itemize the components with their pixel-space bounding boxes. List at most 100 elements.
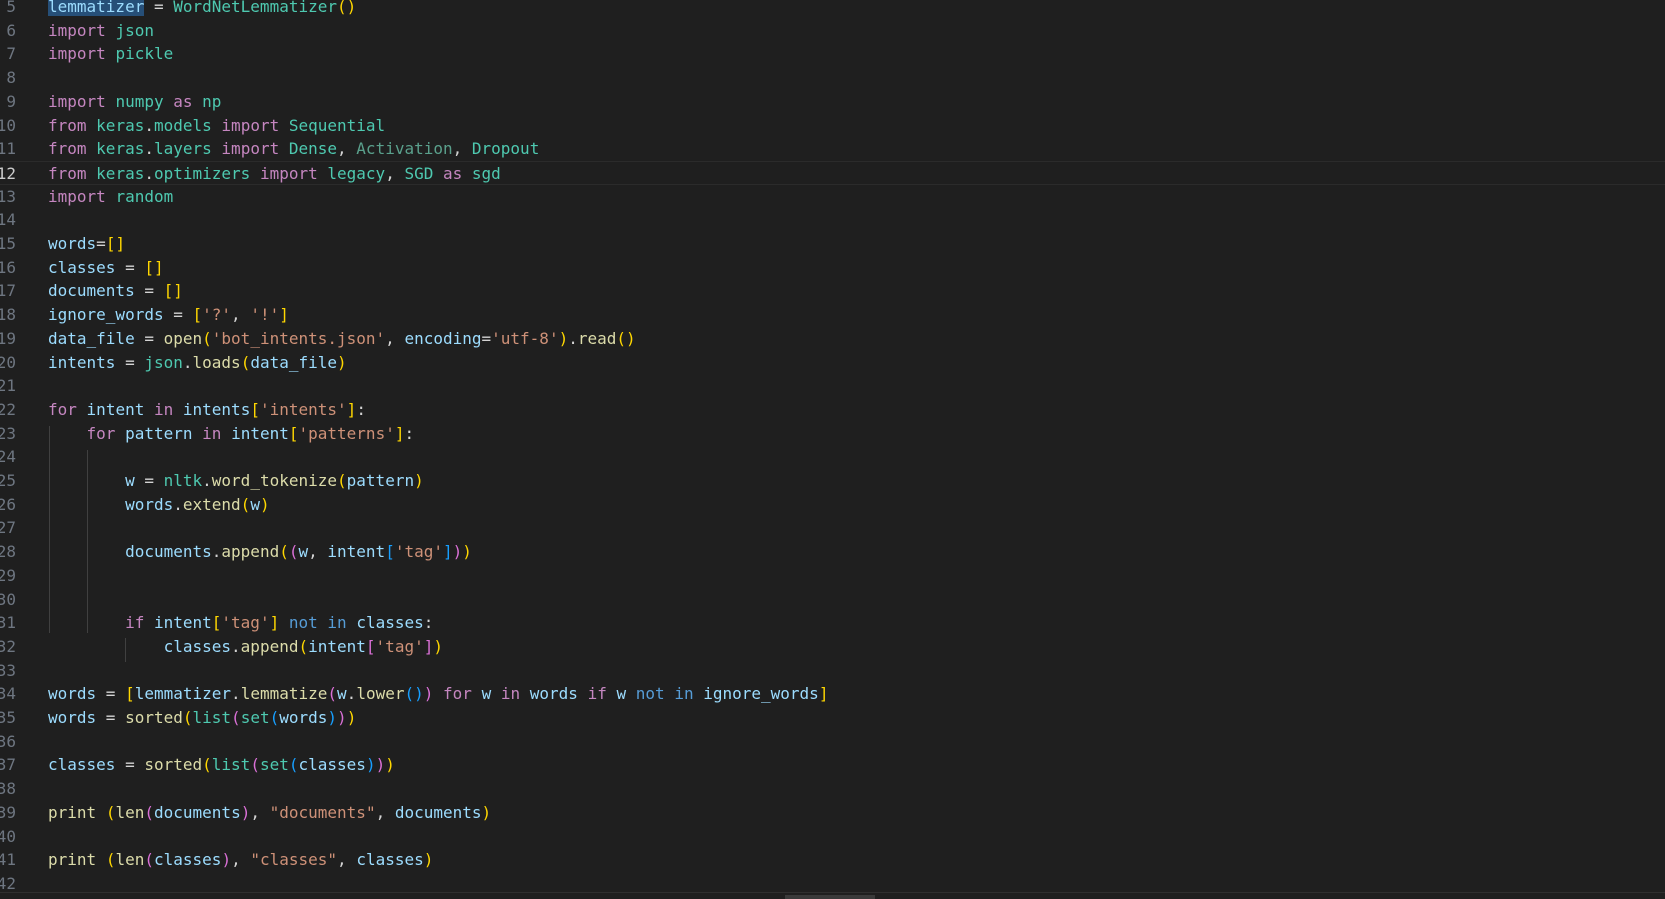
code-token: : [356,399,366,419]
code-token: ( [279,542,289,562]
code-text[interactable]: if intent['tag'] not in classes: [48,611,433,635]
code-text[interactable]: import random [48,185,173,209]
code-token: ( [202,328,212,348]
code-token: intent [231,423,289,443]
code-line[interactable]: 11 from keras.layers import Dense, Activa… [0,137,1665,161]
code-token: ) [433,636,443,656]
code-text[interactable]: data_file = open('bot_intents.json', enc… [48,327,636,351]
code-text[interactable]: w = nltk.word_tokenize(pattern) [48,469,424,493]
code-line[interactable]: 29 [0,564,1665,588]
code-line[interactable]: 36 [0,730,1665,754]
code-line[interactable]: 26 words.extend(w) [0,493,1665,517]
code-token: Dense [288,139,338,159]
code-line[interactable]: 8 [0,66,1665,90]
code-line[interactable]: 18 ignore_words = ['?', '!'] [0,303,1665,327]
code-text[interactable]: from keras.layers import Dense, Activati… [48,137,539,161]
code-token: , [231,305,251,325]
code-text[interactable]: words = [lemmatizer.lemmatize(w.lower())… [48,682,828,706]
code-line[interactable]: 15 words=[] [0,232,1665,256]
code-token: = [163,305,193,325]
code-line[interactable]: 14 [0,208,1665,232]
code-line[interactable]: 22 for intent in intents['intents']: [0,398,1665,422]
code-line[interactable]: 27 [0,516,1665,540]
code-token: 'intents' [259,399,347,419]
code-text[interactable]: import json [48,19,154,43]
code-text[interactable]: print (len(documents), "documents", docu… [48,801,491,825]
code-line[interactable]: 39 print (len(documents), "documents", do… [0,801,1665,825]
code-text[interactable]: print (len(classes), "classes", classes) [48,848,433,872]
code-token: ignore_words [48,305,164,325]
code-token: pattern [346,471,415,490]
code-token: ] [279,305,289,325]
code-line[interactable]: 5 lemmatizer = WordNetLemmatizer() [0,0,1665,19]
code-token: for [48,399,77,419]
code-token: from [48,115,87,135]
code-text[interactable]: classes.append(intent['tag']) [48,635,443,659]
code-line[interactable]: 20 intents = json.loads(data_file) [0,351,1665,375]
code-line[interactable]: 13 import random [0,185,1665,209]
line-number: 36 [0,731,16,751]
code-line[interactable]: 33 [0,659,1665,683]
code-text[interactable]: ignore_words = ['?', '!'] [48,303,289,327]
code-line[interactable]: 28 documents.append((w, intent['tag'])) [0,540,1665,564]
horizontal-scrollbar[interactable] [0,892,1665,899]
code-token: w [298,542,309,562]
code-token: ) [385,755,395,775]
code-line[interactable]: 31 if intent['tag'] not in classes: [0,611,1665,635]
code-line[interactable]: 23 for pattern in intent['patterns']: [0,422,1665,446]
code-line[interactable]: 10 from keras.models import Sequential [0,114,1665,138]
code-text[interactable]: lemmatizer = WordNetLemmatizer() [48,0,356,19]
code-line[interactable]: 32 classes.append(intent['tag']) [0,635,1665,659]
code-line[interactable]: 34 words = [lemmatizer.lemmatize(w.lower(… [0,682,1665,706]
code-line[interactable]: 24 [0,445,1665,469]
code-token: , [385,328,405,348]
scrollbar-thumb[interactable] [785,895,875,899]
code-line[interactable]: 16 classes = [] [0,256,1665,280]
code-text[interactable]: from keras.models import Sequential [48,114,385,138]
code-text[interactable]: words=[] [48,232,125,256]
code-line[interactable]: 9 import numpy as np [0,90,1665,114]
code-text[interactable]: for intent in intents['intents']: [48,398,366,422]
code-token: [] [105,234,126,253]
code-line[interactable]: 30 [0,588,1665,612]
line-number: 14 [0,210,16,230]
code-text[interactable]: documents.append((w, intent['tag'])) [48,540,472,564]
code-text[interactable]: import pickle [48,42,173,66]
line-number: 6 [6,20,16,40]
code-text[interactable]: classes = sorted(list(set(classes))) [48,753,395,777]
code-line[interactable]: 37 classes = sorted(list(set(classes))) [0,753,1665,777]
code-token: . [568,328,578,348]
code-text[interactable]: documents = [] [48,279,183,303]
code-text[interactable]: words.extend(w) [48,493,270,517]
code-line[interactable]: 6 import json [0,19,1665,43]
code-line[interactable]: 12 from keras.optimizers import legacy, S… [0,160,1665,186]
code-line[interactable]: 35 words = sorted(list(set(words))) [0,706,1665,730]
code-line[interactable]: 7 import pickle [0,42,1665,66]
code-token: () [404,684,424,704]
code-token: intent [308,636,366,656]
code-token: words [48,684,97,704]
code-line[interactable]: 25 w = nltk.word_tokenize(pattern) [0,469,1665,493]
code-token: 'patterns' [298,423,395,443]
code-line[interactable]: 17 documents = [] [0,279,1665,303]
code-text[interactable]: classes = [] [48,256,164,280]
code-token: documents [48,281,135,301]
code-text[interactable]: for pattern in intent['patterns']: [48,422,415,446]
code-text[interactable]: from keras.optimizers import legacy, SGD… [48,162,501,186]
code-text[interactable]: import numpy as np [48,90,221,114]
code-token: w [481,684,492,704]
code-token: ) [365,755,376,775]
code-line[interactable]: 19 data_file = open('bot_intents.json', e… [0,327,1665,351]
code-line[interactable]: 38 [0,777,1665,801]
code-line[interactable]: 40 [0,825,1665,849]
code-line[interactable]: 41 print (len(classes), "classes", classe… [0,848,1665,872]
code-token: '!' [250,305,280,325]
code-line[interactable]: 21 [0,374,1665,398]
code-editor[interactable]: 5 lemmatizer = WordNetLemmatizer() 6 import… [0,0,1665,899]
code-text[interactable]: intents = json.loads(data_file) [48,351,347,375]
code-token: [] [163,281,183,301]
code-text[interactable]: words = sorted(list(set(words))) [48,706,356,730]
code-token: append [240,636,299,656]
